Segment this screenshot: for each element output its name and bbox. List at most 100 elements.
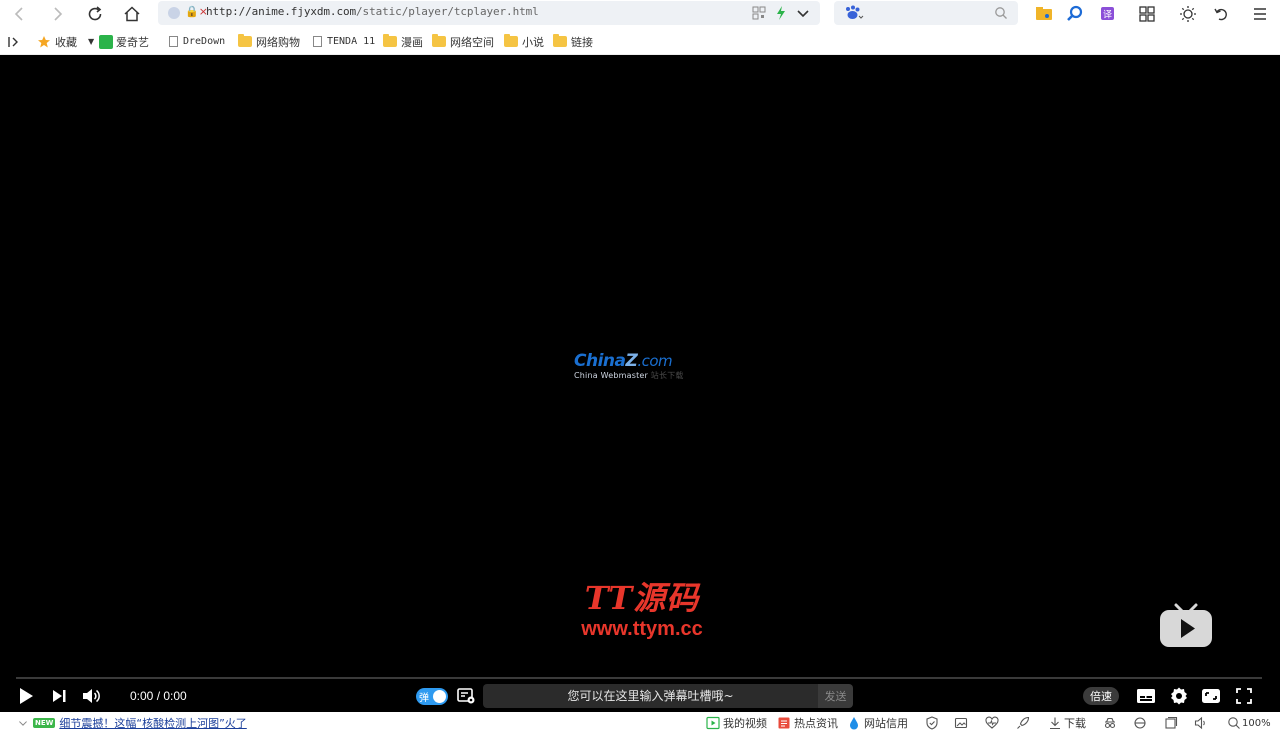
logo-sub-en: China Webmaster <box>574 371 649 380</box>
bookmark-folder-novels[interactable]: 小说 <box>504 33 544 50</box>
zoom-icon <box>1228 717 1240 729</box>
news-link[interactable]: 细节震撼！这幅“核酸检测上河图”火了 <box>59 715 246 731</box>
danmaku-toggle[interactable]: 弹 <box>416 688 448 705</box>
hot-news-button[interactable]: 热点资讯 <box>777 715 838 731</box>
reload-button[interactable] <box>84 3 106 25</box>
subtitles-icon <box>1137 689 1155 703</box>
logo-brand-z: Z <box>625 351 638 371</box>
address-bar[interactable]: 🔒× http://anime.fjyxdm.com/static/player… <box>158 1 820 25</box>
water-drop-icon <box>850 717 858 730</box>
translate-button[interactable]: 译 <box>1097 3 1119 25</box>
volume-button[interactable] <box>80 685 102 707</box>
ie-mode-button[interactable] <box>1133 715 1147 731</box>
find-button[interactable] <box>1064 3 1086 25</box>
incognito-button[interactable] <box>1103 715 1117 731</box>
chevron-down-icon[interactable] <box>796 6 810 20</box>
lightning-icon[interactable] <box>774 5 788 21</box>
menu-button[interactable] <box>1249 3 1271 25</box>
web-fullscreen-icon <box>1202 689 1220 703</box>
fullscreen-button[interactable] <box>1233 685 1255 707</box>
bookmark-tenda[interactable]: TENDA 11 <box>313 33 375 50</box>
reload-icon <box>88 6 102 21</box>
image-button[interactable] <box>954 715 968 731</box>
watermark-title: TT源码 <box>584 579 700 617</box>
playback-speed-button[interactable]: 倍速 <box>1083 687 1119 705</box>
sun-icon <box>1180 6 1196 22</box>
new-badge: NEW <box>33 718 56 728</box>
watermark-url: www.ttym.cc <box>581 618 703 640</box>
folder-icon <box>432 34 446 47</box>
subtitles-button[interactable] <box>1135 685 1157 707</box>
tv-play-icon <box>1160 603 1212 647</box>
video-player[interactable]: ChinaZ.com China Webmaster 站长下载 TT源码 www… <box>0 55 1280 712</box>
search-icon[interactable] <box>994 6 1008 20</box>
incognito-icon <box>1104 717 1116 729</box>
site-info-icon[interactable] <box>168 7 180 19</box>
site-credit-button[interactable]: 网站信用 <box>847 715 908 731</box>
home-icon <box>124 6 140 22</box>
baidu-paw-icon[interactable] <box>842 4 864 22</box>
qr-code-icon[interactable] <box>752 6 766 20</box>
gear-icon <box>1171 687 1187 705</box>
send-button[interactable]: 发送 <box>818 684 853 708</box>
news-ticker[interactable]: NEW 细节震撼！这幅“核酸检测上河图”火了 <box>33 715 247 731</box>
window-button[interactable] <box>1164 715 1178 731</box>
theme-button[interactable] <box>1177 3 1199 25</box>
search-box[interactable] <box>834 1 1018 25</box>
play-button[interactable] <box>15 685 37 707</box>
bookmark-collections[interactable]: 收藏 ▼ <box>37 33 94 50</box>
status-bar: NEW 细节震撼！这幅“核酸检测上河图”火了 我的视频 热点资讯 网站信用 下载 <box>0 712 1280 733</box>
forward-arrow-icon <box>54 7 63 21</box>
bookmark-folder-links[interactable]: 链接 <box>553 33 593 50</box>
speaker-icon <box>1194 716 1205 730</box>
magnifier-icon <box>1067 5 1083 21</box>
bookmark-iqiyi[interactable]: 爱奇艺 <box>99 33 149 50</box>
bookmark-dredown[interactable]: DreDown <box>169 33 225 50</box>
sound-button[interactable] <box>1194 715 1208 731</box>
next-button[interactable] <box>48 685 70 707</box>
back-button[interactable] <box>9 3 31 25</box>
url-text[interactable]: http://anime.fjyxdm.com/static/player/tc… <box>206 5 539 18</box>
page-icon <box>313 36 322 47</box>
undo-icon <box>1214 8 1227 21</box>
time-display: 0:00 / 0:00 <box>130 689 187 703</box>
browser-engine-icon <box>1134 717 1146 729</box>
danmaku-settings-button[interactable] <box>455 685 477 707</box>
grid-icon <box>1139 6 1155 22</box>
zoom-control[interactable]: 100% <box>1227 715 1271 731</box>
bookmarks-bar: 收藏 ▼ 爱奇艺 DreDown 网络购物 TENDA 11 漫画 网络空间 小… <box>0 28 1280 55</box>
sidebar-toggle-button[interactable] <box>7 33 21 50</box>
news-collapse-button[interactable] <box>18 715 28 731</box>
bookmark-folder-shopping[interactable]: 网络购物 <box>238 33 300 50</box>
player-controls: 0:00 / 0:00 弹 发送 倍速 <box>0 679 1280 712</box>
home-button[interactable] <box>121 3 143 25</box>
logo-brand-com: .com <box>637 352 673 370</box>
caret-down-icon: ▼ <box>88 37 95 46</box>
my-videos-button[interactable]: 我的视频 <box>706 715 767 731</box>
grid-button[interactable] <box>1136 3 1158 25</box>
speedup-button[interactable] <box>1016 715 1030 731</box>
danmaku-settings-icon <box>457 688 475 704</box>
svg-text:译: 译 <box>1103 10 1112 21</box>
shield-icon <box>926 716 938 730</box>
chevron-down-icon <box>19 721 27 726</box>
bookmark-folder-comics[interactable]: 漫画 <box>383 33 423 50</box>
logo-sub-cn: 站长下载 <box>650 371 684 380</box>
danmaku-input[interactable] <box>483 684 818 708</box>
download-icon <box>1050 717 1060 730</box>
bookmark-folder-space[interactable]: 网络空间 <box>432 33 494 50</box>
forward-button[interactable] <box>46 3 68 25</box>
extension-icon[interactable] <box>1033 3 1055 25</box>
web-fullscreen-button[interactable] <box>1200 685 1222 707</box>
shield-button[interactable] <box>925 715 939 731</box>
folder-icon <box>383 34 397 47</box>
volume-icon <box>83 689 100 703</box>
folder-icon <box>238 34 252 47</box>
undo-button[interactable] <box>1211 3 1233 25</box>
health-button[interactable] <box>985 715 999 731</box>
logo-brand-main: China <box>574 351 626 371</box>
browser-toolbar: 🔒× http://anime.fjyxdm.com/static/player… <box>0 0 1280 28</box>
downloads-button[interactable]: 下载 <box>1048 715 1086 731</box>
settings-button[interactable] <box>1168 685 1190 707</box>
folder-key-icon <box>1036 7 1052 20</box>
